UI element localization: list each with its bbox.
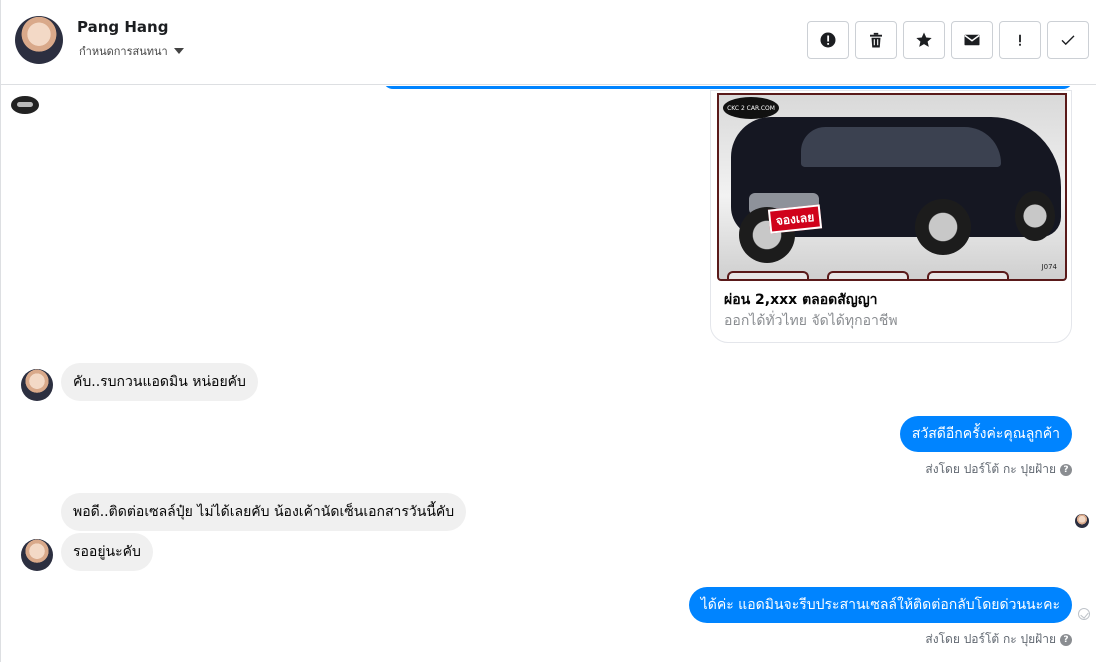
alert-icon-button[interactable] bbox=[807, 21, 849, 59]
mark-done-button[interactable] bbox=[1047, 21, 1089, 59]
mark-unread-button[interactable] bbox=[951, 21, 993, 59]
sent-check-icon bbox=[1078, 608, 1090, 620]
card-subtitle: ออกได้ทั่วไทย จัดได้ทุกอาชีพ bbox=[724, 313, 898, 329]
contact-avatar[interactable] bbox=[15, 16, 63, 64]
car-windows-shape bbox=[801, 127, 1001, 167]
delete-button[interactable] bbox=[855, 21, 897, 59]
contact-avatar[interactable] bbox=[21, 539, 53, 571]
contact-avatar[interactable] bbox=[21, 369, 53, 401]
message-thread[interactable]: CKC 2 CAR.COM จองเลย J074 ผ่อน 2,xxx ตลอ… bbox=[1, 86, 1096, 662]
thumbnail bbox=[927, 271, 1009, 279]
incoming-message[interactable]: คับ..รบกวนแอดมิน หน่อยคับ bbox=[61, 363, 258, 401]
dealer-logo: CKC 2 CAR.COM bbox=[723, 97, 779, 119]
outgoing-message[interactable]: สวัสดีอีกครั้งค่ะคุณลูกค้า bbox=[899, 416, 1072, 452]
star-button[interactable] bbox=[903, 21, 945, 59]
spam-button[interactable] bbox=[999, 21, 1041, 59]
product-card[interactable]: CKC 2 CAR.COM จองเลย J074 ผ่อน 2,xxx ตลอ… bbox=[710, 90, 1072, 343]
trash-icon bbox=[870, 32, 882, 48]
help-icon[interactable]: ? bbox=[1060, 463, 1072, 476]
help-icon[interactable]: ? bbox=[1060, 633, 1072, 646]
car-image: CKC 2 CAR.COM จองเลย J074 bbox=[717, 93, 1067, 281]
sent-by-text: ส่งโดย ปอร์โต้ กะ ปุยฝ้าย bbox=[925, 632, 1056, 646]
thumbnail bbox=[827, 271, 909, 279]
sent-by-label: ส่งโดย ปอร์โต้ กะ ปุยฝ้าย ? bbox=[925, 630, 1072, 649]
envelope-icon bbox=[964, 34, 980, 46]
alert-circle-icon bbox=[820, 32, 836, 48]
outgoing-message[interactable]: ได้ค่ะ แอดมินจะรีบประสานเซลล์ให้ติดต่อกล… bbox=[688, 587, 1072, 623]
contact-name[interactable]: Pang Hang bbox=[77, 18, 168, 36]
assign-label: กำหนดการสนทนา bbox=[79, 45, 168, 58]
assign-conversation-dropdown[interactable]: กำหนดการสนทนา bbox=[79, 42, 184, 60]
header-actions bbox=[807, 21, 1089, 59]
sent-by-label: ส่งโดย ปอร์โต้ กะ ปุยฝ้าย ? bbox=[925, 460, 1072, 479]
incoming-message[interactable]: พอดี..ติดต่อเซลล์ปุ๋ย ไม่ได้เลยคับ น้องเ… bbox=[61, 493, 467, 531]
page-logo-icon bbox=[11, 96, 39, 114]
seen-avatar-icon bbox=[1075, 514, 1089, 528]
caret-down-icon bbox=[173, 48, 184, 54]
previous-outgoing-bubble bbox=[383, 86, 1073, 89]
sent-by-text: ส่งโดย ปอร์โต้ กะ ปุยฝ้าย bbox=[925, 462, 1056, 476]
car-wheel-icon bbox=[1015, 191, 1055, 241]
car-code: J074 bbox=[1041, 263, 1057, 271]
conversation-window: Pang Hang กำหนดการสนทนา CKC 2 CAR.COM จอ… bbox=[0, 0, 1096, 662]
thumbnail bbox=[727, 271, 809, 279]
exclamation-icon bbox=[1019, 34, 1021, 46]
thumbnail-strip bbox=[727, 271, 1027, 279]
card-title: ผ่อน 2,xxx ตลอดสัญญา bbox=[724, 292, 878, 308]
car-wheel-icon bbox=[915, 199, 971, 255]
check-icon bbox=[1061, 35, 1075, 46]
conversation-header: Pang Hang กำหนดการสนทนา bbox=[1, 0, 1096, 85]
incoming-message[interactable]: รออยู่นะคับ bbox=[61, 533, 153, 571]
star-icon bbox=[916, 32, 932, 47]
